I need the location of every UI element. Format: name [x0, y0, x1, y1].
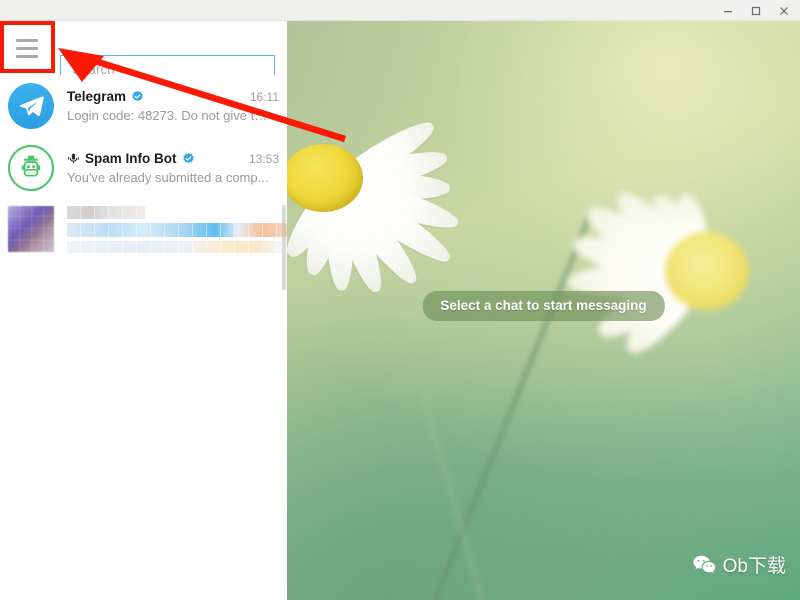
close-button[interactable]	[770, 0, 798, 21]
chat-item-header: Telegram 16:11	[67, 89, 279, 104]
select-chat-placeholder: Select a chat to start messaging	[422, 291, 665, 321]
chat-list[interactable]: Telegram 16:11 Login code: 48273. Do not…	[0, 75, 287, 300]
hamburger-menu-icon-bar	[16, 54, 38, 58]
telegram-desktop-window: Telegram 16:11 Login code: 48273. Do not…	[0, 0, 800, 600]
censored-preview-block	[67, 222, 287, 237]
scrollbar-thumb[interactable]	[282, 205, 286, 290]
verified-badge-icon	[132, 90, 143, 102]
chat-timestamp: 13:53	[248, 151, 279, 166]
wechat-icon	[693, 555, 715, 573]
chat-item-header: Spam Info Bot 13:53	[67, 151, 279, 166]
close-icon	[780, 6, 788, 15]
avatar	[8, 145, 54, 191]
window-controls	[714, 0, 798, 21]
chat-name: Telegram	[67, 89, 127, 104]
maximize-icon	[751, 6, 761, 15]
chat-area-panel: Select a chat to start messaging Ob下载	[287, 21, 800, 600]
bot-sheriff-avatar-icon	[21, 155, 41, 177]
sidebar-top-bar	[0, 21, 287, 83]
chat-name: Spam Info Bot	[85, 151, 177, 166]
censored-preview-block	[67, 240, 282, 253]
chat-item-body: Telegram 16:11 Login code: 48273. Do not…	[67, 89, 279, 123]
watermark-text: Ob下载	[722, 556, 786, 577]
chat-list-item[interactable]: Spam Info Bot 13:53 You've already submi…	[0, 137, 287, 199]
avatar	[8, 206, 54, 252]
hamburger-menu-button[interactable]	[11, 33, 43, 63]
telegram-plane-icon	[19, 96, 44, 116]
minimize-button[interactable]	[714, 0, 742, 21]
flower-center	[665, 232, 749, 310]
avatar	[8, 83, 54, 129]
hamburger-menu-icon-bar	[16, 46, 38, 50]
window-title-bar	[0, 0, 800, 21]
chat-preview-text: Login code: 48273. Do not give thi...	[67, 108, 272, 123]
chat-item-body: Spam Info Bot 13:53 You've already submi…	[67, 151, 279, 185]
watermark: Ob下载	[692, 551, 786, 578]
verified-badge-icon	[182, 152, 194, 164]
chat-timestamp: 16:11	[249, 89, 279, 104]
sidebar: Telegram 16:11 Login code: 48273. Do not…	[0, 21, 287, 600]
chat-list-item[interactable]: Telegram 16:11 Login code: 48273. Do not…	[0, 75, 287, 137]
censored-name-block	[67, 205, 145, 219]
censored-content	[67, 205, 287, 253]
muted-microphone-icon	[67, 152, 80, 165]
daisy-flower-right	[537, 136, 800, 436]
chat-list-item[interactable]	[0, 199, 287, 259]
hamburger-menu-icon	[16, 38, 38, 42]
maximize-button[interactable]	[742, 0, 770, 21]
chat-preview-text: You've already submitted a comp...	[67, 170, 269, 185]
minimize-icon	[724, 10, 732, 12]
